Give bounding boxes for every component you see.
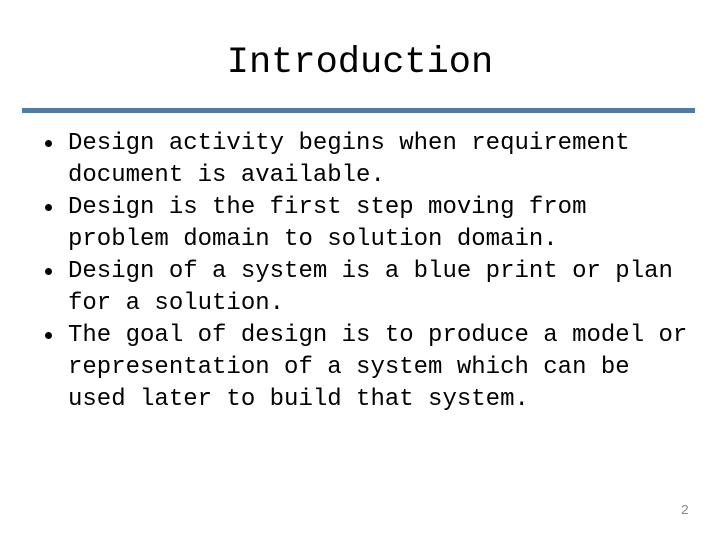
- page-title: Introduction: [226, 42, 494, 84]
- list-item-text: The goal of design is to produce a model…: [68, 322, 702, 413]
- list-item-text: Design of a system is a blue print or pl…: [68, 258, 688, 317]
- title-divider: [22, 108, 695, 113]
- list-item-text: Design is the first step moving from pro…: [68, 194, 601, 253]
- list-item: Design is the first step moving from pro…: [34, 192, 694, 256]
- page-number: 2: [680, 503, 689, 519]
- bullet-list: Design activity begins when requirement …: [34, 128, 694, 416]
- list-item: Design activity begins when requirement …: [34, 128, 694, 192]
- presentation-slide: Introduction Design activity begins when…: [0, 0, 720, 540]
- bullet-dot-icon: [45, 332, 52, 339]
- list-item: The goal of design is to produce a model…: [34, 320, 694, 416]
- bullet-dot-icon: [45, 140, 52, 147]
- bullet-dot-icon: [45, 268, 52, 275]
- list-item-text: Design activity begins when requirement …: [68, 130, 645, 189]
- list-item: Design of a system is a blue print or pl…: [34, 256, 694, 320]
- bullet-dot-icon: [45, 204, 52, 211]
